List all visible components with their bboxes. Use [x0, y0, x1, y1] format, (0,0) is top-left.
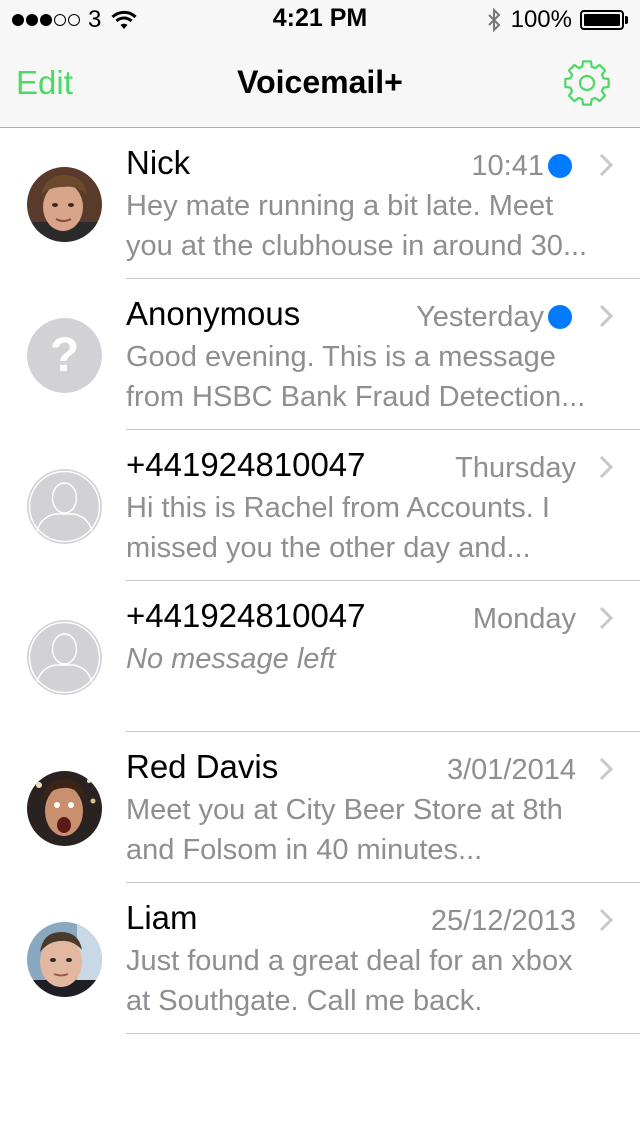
unread-dot	[548, 305, 572, 329]
battery-icon	[580, 10, 624, 30]
transcript-line-1: No message left	[126, 643, 336, 675]
avatar-photo-liam	[27, 922, 102, 997]
chevron-right-icon	[599, 757, 614, 781]
settings-gear-icon[interactable]	[562, 58, 612, 108]
voicemail-date: Monday	[472, 603, 576, 635]
voicemail-date: Thursday	[455, 452, 576, 484]
transcript-line-1: Hi this is Rachel from Accounts. I	[126, 492, 550, 524]
voicemail-row-nick[interactable]: Nick 10:41 Hey mate running a bit late. …	[0, 128, 640, 279]
chevron-right-icon	[599, 455, 614, 479]
voicemail-date: Yesterday	[416, 301, 544, 333]
transcript-line-1: Hey mate running a bit late. Meet	[126, 190, 554, 222]
battery-tip	[625, 16, 628, 24]
voicemail-transcript: Hi this is Rachel from Accounts. I misse…	[126, 488, 612, 568]
voicemail-transcript: Good evening. This is a message from HSB…	[126, 337, 612, 417]
svg-text:?: ?	[50, 329, 79, 382]
navigation-bar: Edit Voicemail+	[0, 40, 640, 128]
transcript-line-1: Just found a great deal for an xbox	[126, 945, 573, 977]
voicemail-row-red-davis[interactable]: Red Davis 3/01/2014 Meet you at City Bee…	[0, 732, 640, 883]
voicemail-row-number-monday[interactable]: +441924810047 Monday No message left	[0, 581, 640, 732]
page-title: Voicemail+	[237, 64, 403, 100]
voicemail-row-liam[interactable]: Liam 25/12/2013 Just found a great deal …	[0, 883, 640, 1034]
caller-name: +441924810047	[126, 446, 366, 483]
status-right: 100%	[487, 6, 628, 34]
chevron-right-icon	[599, 908, 614, 932]
chevron-right-icon	[599, 606, 614, 630]
transcript-line-2: from HSBC Bank Fraud Detection...	[126, 381, 586, 413]
voicemail-date: 3/01/2014	[446, 754, 576, 786]
avatar-photo-nick	[27, 167, 102, 242]
caller-name: Anonymous	[126, 295, 301, 332]
chevron-right-icon	[599, 153, 614, 177]
person-placeholder-icon	[27, 469, 102, 544]
caller-name: Red Davis	[126, 748, 279, 785]
transcript-line-1: Good evening. This is a message	[126, 341, 556, 373]
voicemail-date: 10:41	[471, 150, 544, 182]
unknown-caller-icon: ?	[27, 318, 102, 393]
caller-name: Liam	[126, 899, 198, 936]
row-separator	[126, 1033, 640, 1034]
bluetooth-icon	[487, 8, 501, 32]
transcript-line-2: you at the clubhouse in around 30...	[126, 230, 588, 262]
transcript-line-2: and Folsom in 40 minutes...	[126, 834, 483, 866]
chevron-right-icon	[599, 304, 614, 328]
transcript-line-2: missed you the other day and...	[126, 532, 531, 564]
battery-percent: 100%	[510, 6, 572, 33]
caller-name: +441924810047	[126, 597, 366, 634]
voicemail-row-number-thursday[interactable]: +441924810047 Thursday Hi this is Rachel…	[0, 430, 640, 581]
voicemail-date: 25/12/2013	[430, 905, 576, 937]
transcript-line-1: Meet you at City Beer Store at 8th	[126, 794, 563, 826]
status-bar: 3 4:21 PM 100%	[0, 0, 640, 40]
voicemail-list: Nick 10:41 Hey mate running a bit late. …	[0, 128, 640, 1034]
voicemail-transcript: Meet you at City Beer Store at 8th and F…	[126, 790, 612, 870]
voicemail-row-anonymous[interactable]: ? Anonymous Yesterday Good evening. This…	[0, 279, 640, 430]
avatar-photo-red-davis	[27, 771, 102, 846]
transcript-line-2: at Southgate. Call me back.	[126, 985, 483, 1017]
voicemail-transcript: No message left	[126, 639, 612, 679]
person-placeholder-icon	[27, 620, 102, 695]
unread-dot	[548, 154, 572, 178]
voicemail-transcript: Just found a great deal for an xbox at S…	[126, 941, 612, 1021]
voicemail-transcript: Hey mate running a bit late. Meet you at…	[126, 186, 612, 266]
caller-name: Nick	[126, 144, 191, 181]
